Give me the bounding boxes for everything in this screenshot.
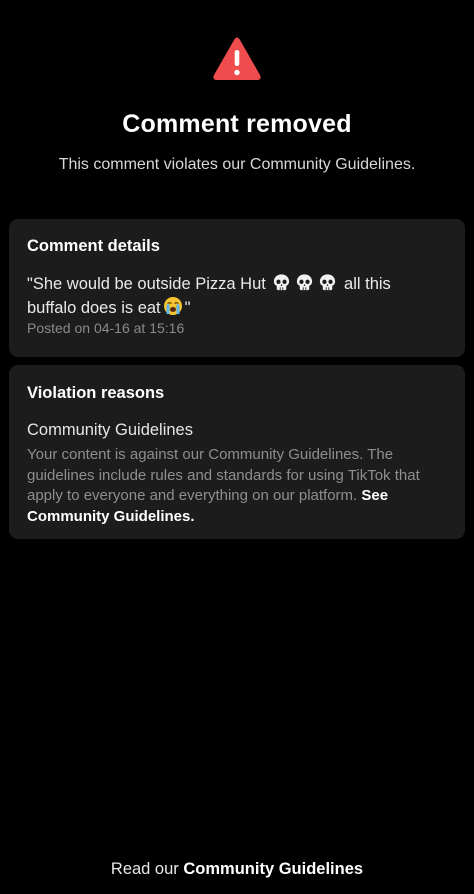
violation-reason-name: Community Guidelines	[27, 421, 193, 439]
page-subtitle: This comment violates our Community Guid…	[58, 156, 416, 173]
posted-timestamp: Posted on 04-16 at 15:16	[27, 320, 185, 336]
warning-icon-container	[0, 36, 474, 82]
skull-emoji-icon	[295, 273, 314, 292]
skull-emoji-icon	[318, 273, 337, 292]
read-community-guidelines-link[interactable]: Community Guidelines	[183, 860, 363, 878]
comment-details-card: Comment details "She would be outside Pi…	[9, 219, 465, 357]
skull-emoji-icon	[272, 273, 291, 292]
comment-text: "She would be outside Pizza Hut all this…	[27, 273, 437, 320]
comment-text-part1: "She would be outside Pizza Hut	[27, 275, 266, 293]
footer: Read our Community Guidelines	[0, 860, 474, 879]
violation-reason-description: Your content is against our Community Gu…	[27, 445, 452, 527]
comment-text-part3: "	[184, 299, 191, 317]
violation-reasons-title: Violation reasons	[27, 384, 165, 402]
page-title: Comment removed	[122, 110, 352, 138]
footer-prefix: Read our	[110, 860, 179, 878]
loudly-crying-emoji-icon	[163, 296, 183, 316]
violation-reasons-card: Violation reasons Community Guidelines Y…	[9, 365, 465, 539]
warning-triangle-icon	[212, 36, 262, 82]
comment-details-title: Comment details	[27, 237, 160, 255]
